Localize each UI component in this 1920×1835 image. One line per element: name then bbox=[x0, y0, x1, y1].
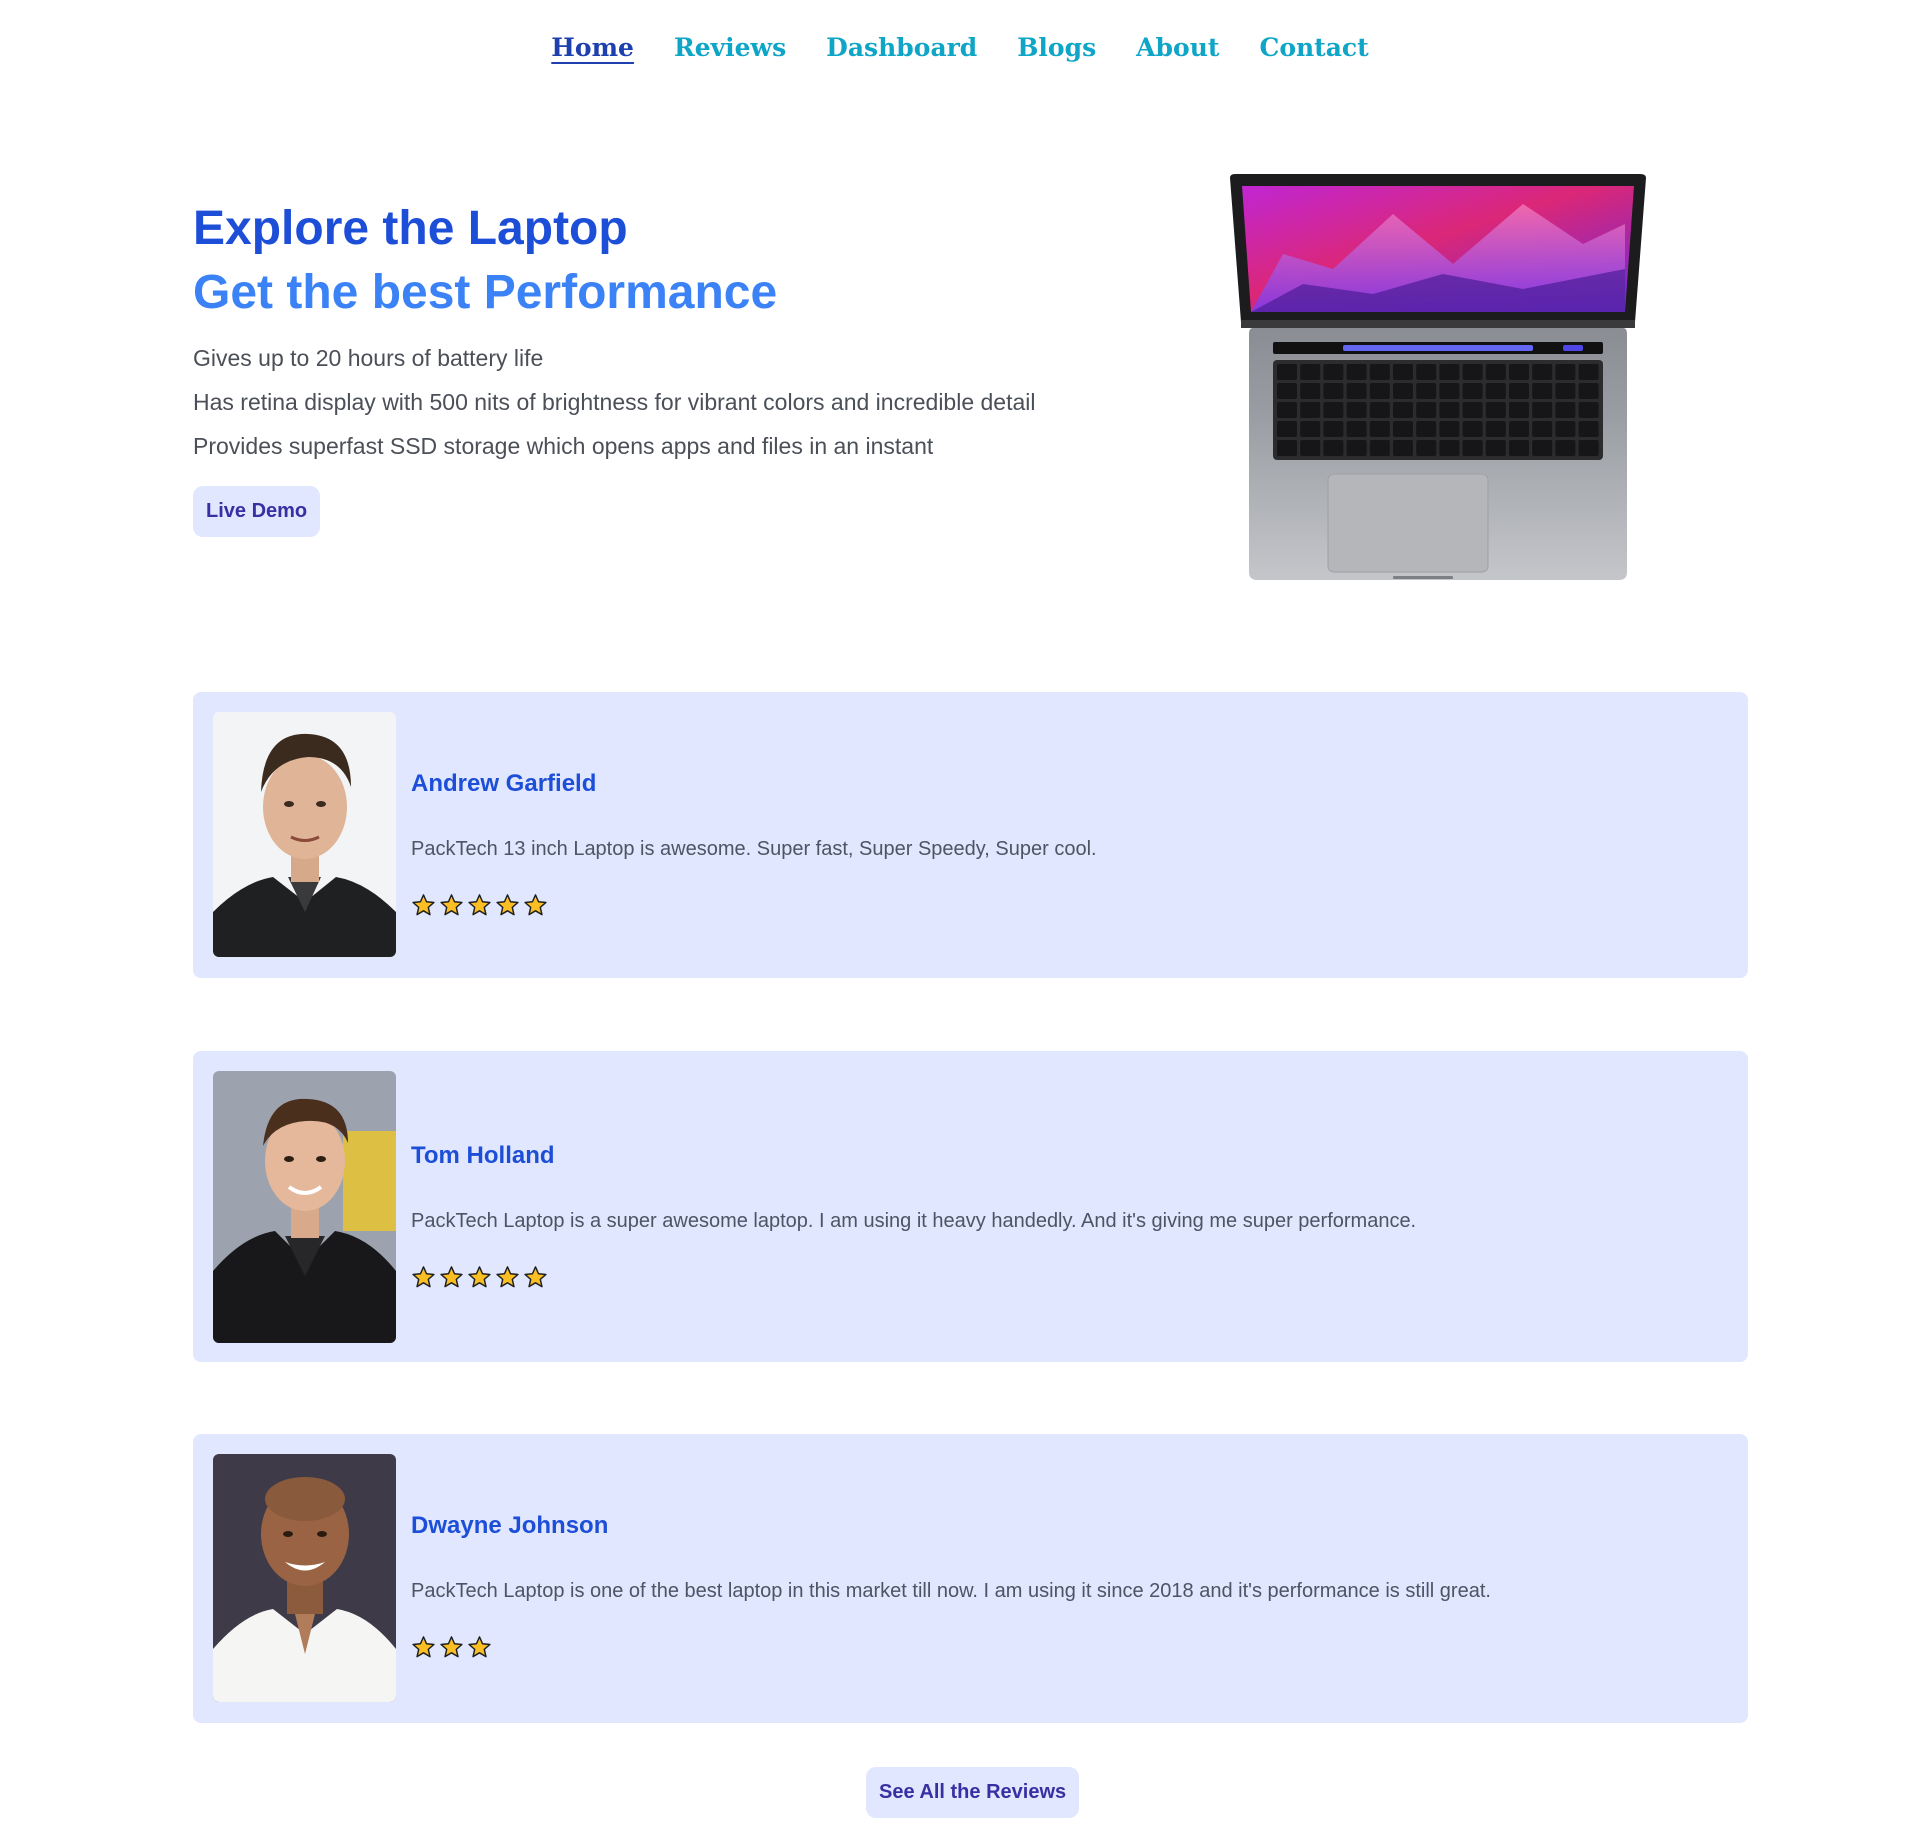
nav-contact[interactable]: Contact bbox=[1259, 30, 1368, 66]
main-nav: Home Reviews Dashboard Blogs About Conta… bbox=[0, 30, 1920, 66]
reviewer-photo-tom bbox=[213, 1071, 396, 1343]
star-icon bbox=[496, 894, 519, 916]
star-icon bbox=[412, 1636, 435, 1658]
review-text: PackTech Laptop is a super awesome lapto… bbox=[411, 1210, 1417, 1232]
star-rating bbox=[411, 893, 1097, 918]
hero-text: Explore the Laptop Get the best Performa… bbox=[193, 200, 1153, 537]
star-icon bbox=[468, 894, 491, 916]
star-icon bbox=[440, 894, 463, 916]
reviewer-name: Tom Holland bbox=[411, 1142, 555, 1169]
review-content: Andrew Garfield PackTech 13 inch Laptop … bbox=[411, 770, 1097, 918]
laptop-image bbox=[1230, 174, 1646, 580]
reviewer-name: Dwayne Johnson bbox=[411, 1512, 609, 1539]
nav-about[interactable]: About bbox=[1136, 30, 1219, 66]
star-icon bbox=[468, 1266, 491, 1288]
nav-dashboard[interactable]: Dashboard bbox=[826, 30, 977, 66]
star-icon bbox=[524, 1266, 547, 1288]
review-card: Tom Holland PackTech Laptop is a super a… bbox=[193, 1051, 1748, 1362]
see-all-reviews-button[interactable]: See All the Reviews bbox=[866, 1767, 1080, 1818]
reviewer-photo-dwayne bbox=[213, 1454, 396, 1702]
review-text: PackTech Laptop is one of the best lapto… bbox=[411, 1580, 1491, 1602]
review-card: Andrew Garfield PackTech 13 inch Laptop … bbox=[193, 692, 1748, 978]
feature-battery: Gives up to 20 hours of battery life bbox=[193, 345, 544, 371]
star-icon bbox=[524, 894, 547, 916]
hero-section: Explore the Laptop Get the best Performa… bbox=[193, 160, 1748, 600]
star-icon bbox=[412, 1266, 435, 1288]
review-content: Tom Holland PackTech Laptop is a super a… bbox=[411, 1142, 1416, 1290]
reviewer-photo-andrew bbox=[213, 712, 396, 957]
nav-reviews[interactable]: Reviews bbox=[674, 30, 786, 66]
live-demo-button[interactable]: Live Demo bbox=[193, 486, 321, 537]
star-rating bbox=[411, 1265, 1416, 1290]
hero-title: Explore the Laptop bbox=[193, 202, 628, 255]
star-rating bbox=[411, 1635, 1491, 1660]
nav-blogs[interactable]: Blogs bbox=[1017, 30, 1096, 66]
star-icon bbox=[468, 1636, 491, 1658]
review-content: Dwayne Johnson PackTech Laptop is one of… bbox=[411, 1512, 1491, 1660]
star-icon bbox=[412, 894, 435, 916]
review-card: Dwayne Johnson PackTech Laptop is one of… bbox=[193, 1434, 1748, 1723]
star-icon bbox=[440, 1266, 463, 1288]
star-icon bbox=[496, 1266, 519, 1288]
feature-display: Has retina display with 500 nits of brig… bbox=[193, 389, 1036, 415]
review-text: PackTech 13 inch Laptop is awesome. Supe… bbox=[411, 838, 1097, 860]
feature-storage: Provides superfast SSD storage which ope… bbox=[193, 433, 934, 459]
star-icon bbox=[440, 1636, 463, 1658]
hero-subtitle: Get the best Performance bbox=[193, 266, 778, 319]
reviewer-name: Andrew Garfield bbox=[411, 770, 597, 797]
nav-home[interactable]: Home bbox=[551, 30, 634, 66]
